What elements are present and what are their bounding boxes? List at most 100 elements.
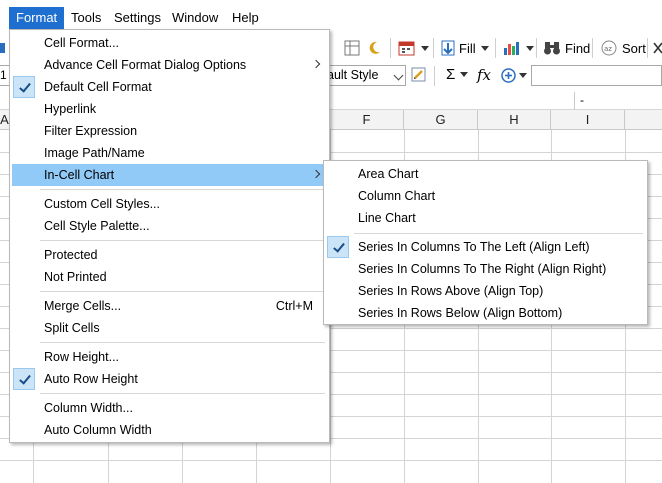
edit-style-icon: [411, 67, 426, 82]
menu-item-custom-cell-styles[interactable]: Custom Cell Styles...: [12, 193, 327, 215]
checkmark-icon: [19, 80, 31, 93]
submenu-item-series-rows-above[interactable]: Series In Rows Above (Align Top): [326, 280, 645, 302]
check-box: [13, 368, 35, 390]
formula-input[interactable]: [531, 65, 662, 86]
cell-style-select[interactable]: ault Style: [320, 65, 406, 86]
find-label: Find: [565, 40, 591, 56]
submenu-item-series-columns-right[interactable]: Series In Columns To The Right (Align Ri…: [326, 258, 645, 280]
chart-button[interactable]: [503, 37, 534, 59]
in-cell-chart-submenu: Area Chart Column Chart Line Chart Serie…: [323, 160, 648, 325]
menu-item-label: Not Printed: [44, 270, 107, 284]
menu-item-cell-format[interactable]: Cell Format...: [12, 32, 327, 54]
menu-item-label: Series In Rows Above (Align Top): [358, 284, 544, 298]
sort-icon: az: [601, 40, 617, 56]
menu-item-label: Split Cells: [44, 321, 100, 335]
menu-item-label: Auto Column Width: [44, 423, 152, 437]
menu-item-label: Cell Format...: [44, 36, 120, 50]
menu-item-label: Filter Expression: [44, 124, 138, 138]
calendar-button[interactable]: [398, 37, 429, 59]
menu-help[interactable]: Help: [225, 7, 266, 29]
freeze-panes-button[interactable]: [344, 37, 360, 59]
menu-item-cell-style-palette[interactable]: Cell Style Palette...: [12, 215, 327, 237]
submenu-item-series-columns-left[interactable]: Series In Columns To The Left (Align Lef…: [326, 236, 645, 258]
menu-item-hyperlink[interactable]: Hyperlink: [12, 98, 327, 120]
chevron-right-icon: [311, 59, 321, 69]
menu-item-label: Protected: [44, 248, 98, 262]
menu-item-label: Merge Cells...: [44, 299, 122, 313]
chevron-down-icon: [393, 70, 404, 81]
menu-item-auto-row-height[interactable]: Auto Row Height: [12, 368, 327, 390]
submenu-item-line-chart[interactable]: Line Chart: [326, 207, 645, 229]
column-header-g[interactable]: G: [404, 110, 478, 130]
submenu-item-area-chart[interactable]: Area Chart: [326, 163, 645, 185]
bar-chart-icon: [504, 42, 519, 55]
sort-button[interactable]: az Sort: [600, 37, 646, 59]
menu-separator: [40, 189, 325, 190]
menu-item-label: Custom Cell Styles...: [44, 197, 161, 211]
menu-item-label: Row Height...: [44, 350, 120, 364]
app-icon-fragment: [0, 8, 4, 28]
sum-icon: Σ: [446, 66, 456, 83]
menu-item-advance-cell-format[interactable]: Advance Cell Format Dialog Options: [12, 54, 327, 76]
submenu-item-column-chart[interactable]: Column Chart: [326, 185, 645, 207]
menu-separator: [40, 342, 325, 343]
submenu-item-series-rows-below[interactable]: Series In Rows Below (Align Bottom): [326, 302, 645, 324]
menu-separator: [354, 233, 643, 234]
autosum-button[interactable]: Σ: [446, 66, 469, 83]
edit-style-button[interactable]: [411, 67, 427, 86]
svg-text:az: az: [604, 45, 612, 53]
menu-tools[interactable]: Tools: [64, 7, 108, 29]
menu-item-label: Area Chart: [358, 167, 419, 181]
menu-separator: [40, 240, 325, 241]
function-button[interactable]: fx: [477, 66, 491, 84]
menu-item-not-printed[interactable]: Not Printed: [12, 266, 327, 288]
night-mode-button[interactable]: [368, 37, 382, 59]
grid-icon: [0, 43, 5, 53]
menu-item-label: Auto Row Height: [44, 372, 138, 386]
binoculars-icon: [544, 42, 560, 55]
menu-item-in-cell-chart[interactable]: In-Cell Chart: [12, 164, 327, 186]
checkmark-icon: [19, 372, 31, 385]
menu-format[interactable]: Format: [9, 7, 65, 29]
plus-circle-icon: [501, 68, 516, 83]
menu-window[interactable]: Window: [165, 7, 225, 29]
menu-item-label: Advance Cell Format Dialog Options: [44, 58, 247, 72]
insert-function-button[interactable]: [501, 68, 527, 83]
column-header-i[interactable]: I: [551, 110, 625, 130]
menu-separator: [40, 291, 325, 292]
clear-button[interactable]: [652, 37, 662, 59]
check-box: [327, 236, 349, 258]
checkmark-icon: [333, 240, 345, 253]
chevron-right-icon: [311, 169, 321, 179]
menu-settings[interactable]: Settings: [107, 7, 168, 29]
menu-item-row-height[interactable]: Row Height...: [12, 346, 327, 368]
menu-item-label: Line Chart: [358, 211, 416, 225]
find-button[interactable]: Find: [543, 37, 590, 59]
toolbar-left-icon[interactable]: [0, 37, 6, 59]
check-box: [13, 76, 35, 98]
fill-down-icon: [441, 40, 455, 56]
menu-item-label: Series In Columns To The Right (Align Ri…: [358, 262, 607, 276]
format-menu: Cell Format... Advance Cell Format Dialo…: [9, 29, 330, 443]
fill-button[interactable]: Fill: [441, 37, 489, 59]
menu-item-label: Column Width...: [44, 401, 133, 415]
menu-item-label: Image Path/Name: [44, 146, 145, 160]
column-header-f[interactable]: F: [330, 110, 404, 130]
menu-item-label: Cell Style Palette...: [44, 219, 150, 233]
menu-item-image-path[interactable]: Image Path/Name: [12, 142, 327, 164]
menu-separator: [40, 393, 325, 394]
table-layout-icon: [344, 40, 360, 56]
menu-item-filter-expression[interactable]: Filter Expression: [12, 120, 327, 142]
moon-icon: [369, 41, 380, 54]
cell-style-value: ault Style: [327, 68, 379, 82]
dash-label: -: [580, 93, 584, 107]
menu-item-split-cells[interactable]: Split Cells: [12, 317, 327, 339]
menu-item-column-width[interactable]: Column Width...: [12, 397, 327, 419]
menu-item-label: Hyperlink: [44, 102, 97, 116]
menu-item-protected[interactable]: Protected: [12, 244, 327, 266]
menu-item-auto-column-width[interactable]: Auto Column Width: [12, 419, 327, 441]
menu-item-merge-cells[interactable]: Merge Cells... Ctrl+M: [12, 295, 327, 317]
column-header-j[interactable]: [625, 110, 662, 130]
column-header-h[interactable]: H: [478, 110, 551, 130]
menu-item-default-cell-format[interactable]: Default Cell Format: [12, 76, 327, 98]
